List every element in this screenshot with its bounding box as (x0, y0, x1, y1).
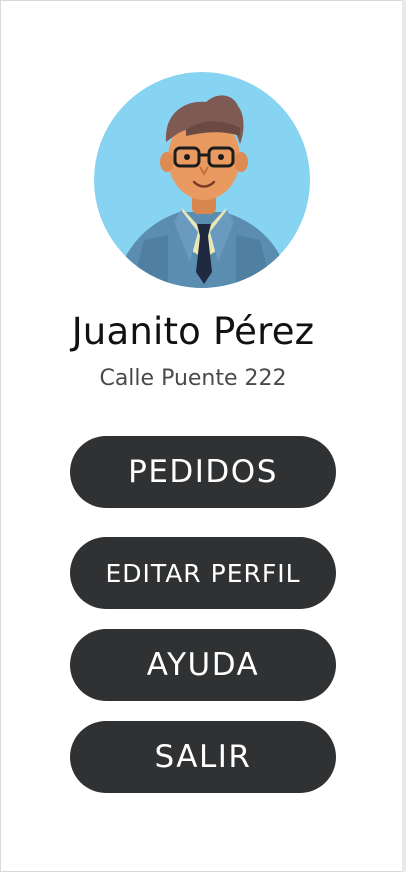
male-avatar-illustration-icon (94, 72, 310, 288)
orders-button[interactable]: PEDIDOS (70, 436, 336, 508)
logout-button[interactable]: SALIR (70, 721, 336, 793)
profile-avatar (94, 72, 310, 288)
help-button[interactable]: AYUDA (70, 629, 336, 701)
edit-profile-button[interactable]: EDITAR PERFIL (70, 537, 336, 609)
user-name: Juanito Pérez (71, 310, 315, 353)
side-divider (402, 0, 406, 872)
user-address: Calle Puente 222 (99, 366, 287, 391)
